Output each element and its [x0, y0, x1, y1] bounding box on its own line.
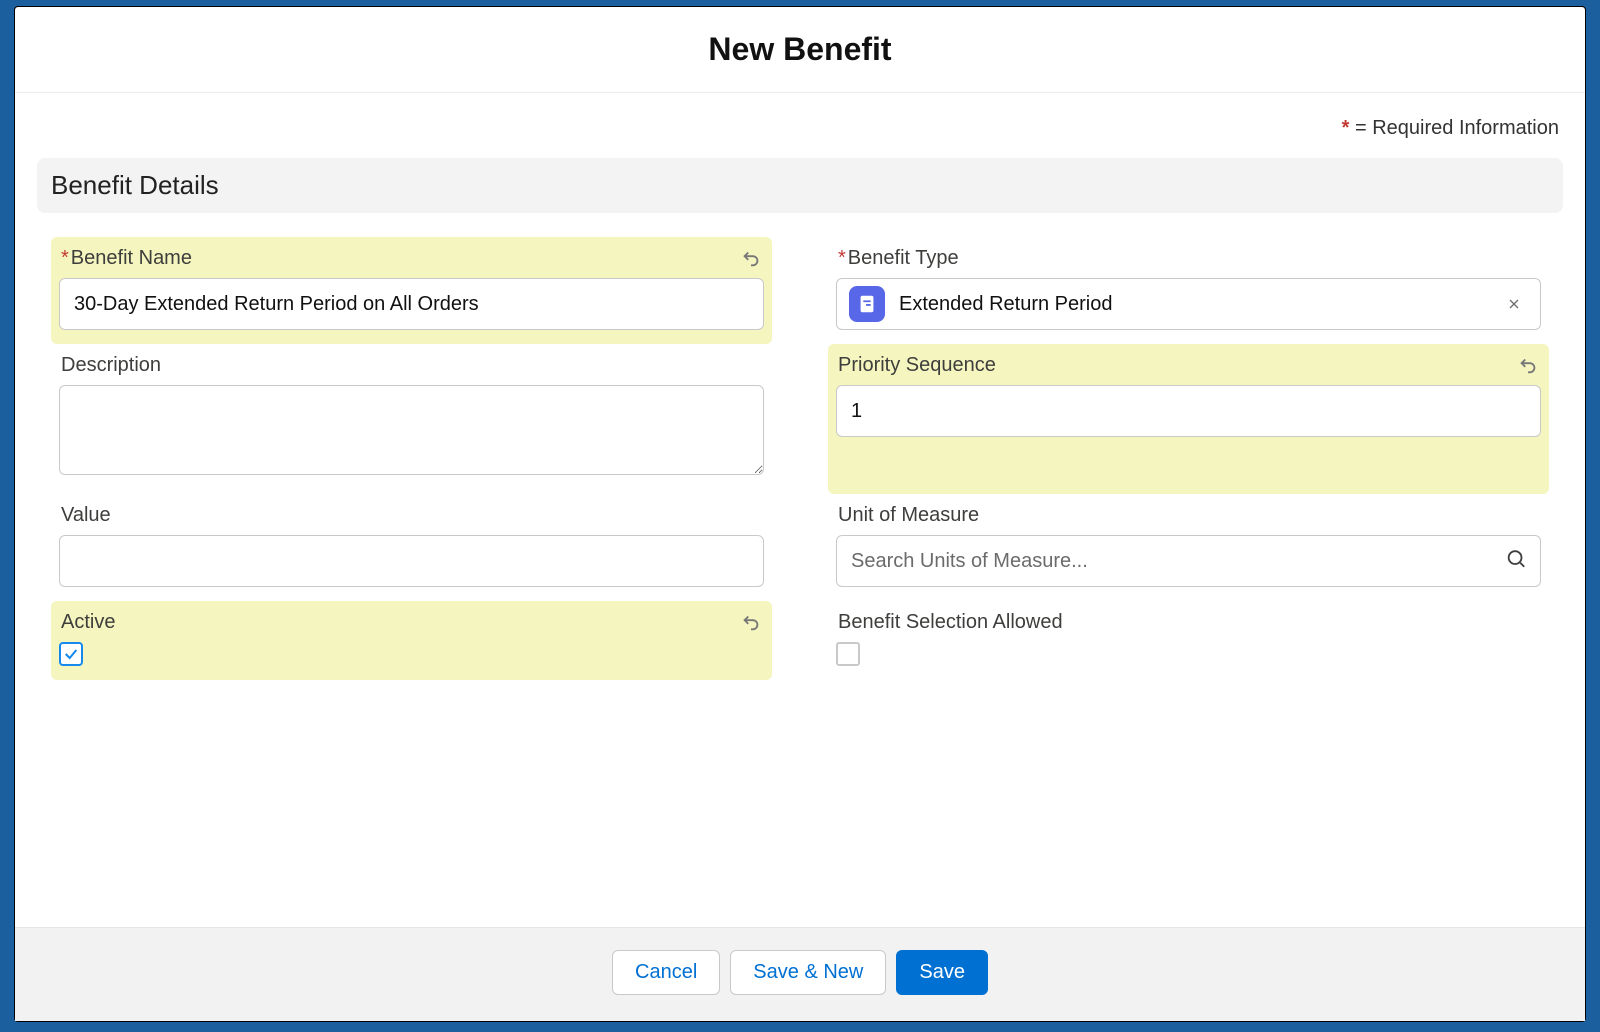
field-benefit-type: *Benefit Type Extended Return Period — [828, 237, 1549, 344]
label-priority-sequence: Priority Sequence — [836, 352, 998, 385]
field-priority-sequence: Priority Sequence — [828, 344, 1549, 494]
priority-sequence-input[interactable] — [836, 385, 1541, 437]
cancel-button[interactable]: Cancel — [612, 950, 720, 995]
field-unit-of-measure: Unit of Measure — [828, 494, 1549, 601]
save-and-new-button[interactable]: Save & New — [730, 950, 886, 995]
label-unit-of-measure: Unit of Measure — [836, 502, 1541, 535]
label-benefit-name: Benefit Name — [71, 247, 192, 269]
required-asterisk: * — [1342, 117, 1350, 139]
label-active: Active — [59, 609, 117, 642]
required-legend: * = Required Information — [15, 93, 1585, 158]
benefit-type-value: Extended Return Period — [899, 293, 1486, 316]
benefit-name-input[interactable] — [59, 278, 764, 330]
label-value: Value — [59, 502, 764, 535]
unit-of-measure-input[interactable] — [836, 535, 1541, 587]
search-icon — [1505, 548, 1527, 575]
field-description: Description — [51, 344, 772, 494]
undo-icon[interactable] — [738, 609, 764, 635]
new-benefit-modal: New Benefit * = Required Information Ben… — [14, 6, 1586, 1022]
required-text: = Required Information — [1355, 117, 1559, 139]
field-value: Value — [51, 494, 772, 601]
modal-title: New Benefit — [15, 31, 1585, 68]
active-checkbox[interactable] — [59, 642, 83, 666]
undo-icon[interactable] — [1515, 352, 1541, 378]
description-input[interactable] — [59, 385, 764, 475]
section-benefit-details: Benefit Details — [37, 158, 1563, 213]
form-grid: *Benefit Name *Benefit Type Extended Ret… — [15, 237, 1585, 680]
save-button[interactable]: Save — [896, 950, 988, 995]
value-input[interactable] — [59, 535, 764, 587]
field-benefit-name: *Benefit Name — [51, 237, 772, 344]
label-benefit-selection-allowed: Benefit Selection Allowed — [836, 609, 1541, 642]
label-benefit-type: Benefit Type — [848, 247, 959, 269]
field-active: Active — [51, 601, 772, 680]
benefit-selection-allowed-checkbox[interactable] — [836, 642, 860, 666]
label-description: Description — [59, 352, 764, 385]
benefit-type-lookup[interactable]: Extended Return Period — [836, 278, 1541, 330]
modal-footer: Cancel Save & New Save — [15, 927, 1585, 1021]
modal-header: New Benefit — [15, 7, 1585, 93]
clear-benefit-type-icon[interactable] — [1500, 290, 1528, 318]
benefit-type-chip-icon — [849, 286, 885, 322]
field-benefit-selection-allowed: Benefit Selection Allowed — [828, 601, 1549, 680]
undo-icon[interactable] — [738, 245, 764, 271]
